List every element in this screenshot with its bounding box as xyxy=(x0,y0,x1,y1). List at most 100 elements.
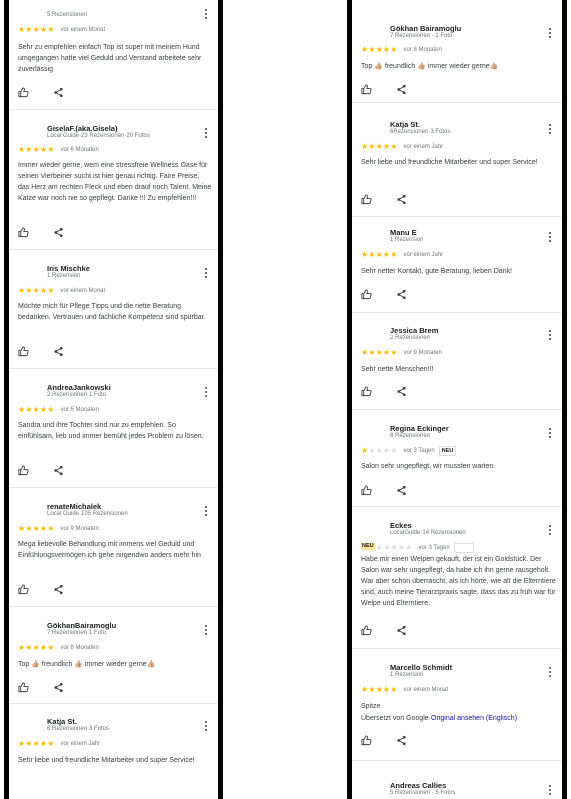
review-actions xyxy=(18,346,64,357)
reviewer-name[interactable]: renateMichalek xyxy=(47,502,101,511)
more-options-icon[interactable] xyxy=(205,625,208,637)
share-icon[interactable] xyxy=(396,84,407,95)
review-rating: ★ ★ ★ ★ ★ vor 5 Monaten xyxy=(18,406,99,414)
thumbs-up-icon[interactable] xyxy=(18,682,29,693)
reviewer-name[interactable]: Marcello Schmidt xyxy=(390,663,452,672)
reviewer-name[interactable]: Andreas Callies xyxy=(390,781,446,790)
star-filled-icon: ★ xyxy=(368,685,376,694)
reviewer-name[interactable]: GiselaF.(aka.Gisela) xyxy=(47,124,117,133)
more-options-icon[interactable] xyxy=(205,506,208,518)
share-icon[interactable] xyxy=(53,682,64,693)
share-icon[interactable] xyxy=(396,289,407,300)
more-options-icon[interactable] xyxy=(205,268,208,280)
thumbs-up-icon[interactable] xyxy=(361,194,372,205)
new-badge: NEU xyxy=(361,543,375,550)
reviewer-name[interactable]: AndreaJankowski xyxy=(47,383,111,392)
review-card: Jessica Brem 2 Rezensionen ★ ★ ★ ★ ★ vor 9 M… xyxy=(352,313,562,410)
review-text: Top 👍🏼 freundlich 👍🏼 immer wieder gerne👍… xyxy=(361,63,499,70)
reviewer-meta: 2 Rezensionen·1 Foto xyxy=(47,392,107,398)
review-date: vor 9 Monaten xyxy=(403,350,442,356)
share-icon[interactable] xyxy=(396,194,407,205)
star-filled-icon: ★ xyxy=(18,405,26,414)
star-empty-icon: ★ xyxy=(390,446,398,455)
show-original-link[interactable]: Original ansehen (Englisch) xyxy=(431,715,517,722)
star-empty-icon: ★ xyxy=(405,543,413,552)
star-filled-icon: ★ xyxy=(382,45,391,54)
review-card: GiselaF.(aka.Gisela) Local Guide·23 Reze… xyxy=(9,110,218,250)
star-filled-icon: ★ xyxy=(18,739,26,748)
share-icon[interactable] xyxy=(396,386,407,397)
thumbs-up-icon[interactable] xyxy=(361,735,372,746)
review-rating: ★ ★ ★ ★ ★ vor einem Monat xyxy=(18,287,105,295)
reviewer-meta: 6 Rezensionen·3 Fotos xyxy=(47,726,110,732)
reviewer-meta: 2 Rezensionen xyxy=(390,335,431,341)
more-options-icon[interactable] xyxy=(205,721,208,733)
more-options-icon[interactable] xyxy=(549,428,552,440)
thumbs-up-icon[interactable] xyxy=(18,87,29,98)
more-options-icon[interactable] xyxy=(549,525,552,537)
badge-placeholder xyxy=(453,543,474,553)
thumbs-up-icon[interactable] xyxy=(361,386,372,397)
review-text: Habe mir einen Welpen gekauft, der ist e… xyxy=(361,556,556,607)
more-options-icon[interactable] xyxy=(549,28,552,40)
reviewer-name[interactable]: Katja St. xyxy=(47,717,77,726)
star-rating: ★ ★ ★ ★ ★ xyxy=(18,406,54,414)
review-text: Sehr netter Kontakt, gute Beratung, lieb… xyxy=(361,268,512,275)
review-card: Regina Eckinger 6 Rezensionen ★ ★ ★ ★ ★ vor … xyxy=(352,410,562,507)
star-filled-icon: ★ xyxy=(25,739,33,748)
star-rating: ★ ★ ★ ★ ★ xyxy=(376,544,412,552)
star-filled-icon: ★ xyxy=(25,405,33,414)
review-card: GökhanBairamoglu 7 Rezensionen·1 Foto ★ ★… xyxy=(9,607,218,704)
share-icon[interactable] xyxy=(53,87,64,98)
more-options-icon[interactable] xyxy=(205,128,208,140)
share-icon[interactable] xyxy=(396,735,407,746)
more-options-icon[interactable] xyxy=(205,9,208,21)
thumbs-up-icon[interactable] xyxy=(361,84,372,95)
review-card: Katja St. 6Rezensionen·3 Fotos ★ ★ ★ ★ ★ vor… xyxy=(352,103,562,217)
star-filled-icon: ★ xyxy=(18,145,26,154)
reviewer-meta: 5 Rezensionen xyxy=(47,12,88,18)
review-actions xyxy=(18,584,64,595)
reviewer-name[interactable]: Iris Mischke xyxy=(47,264,90,273)
more-options-icon[interactable] xyxy=(549,785,552,797)
more-options-icon[interactable] xyxy=(549,330,552,342)
share-icon[interactable] xyxy=(396,625,407,636)
thumbs-up-icon[interactable] xyxy=(18,227,29,238)
more-options-icon[interactable] xyxy=(549,124,552,136)
thumbs-up-icon[interactable] xyxy=(361,289,372,300)
share-icon[interactable] xyxy=(53,465,64,476)
more-options-icon[interactable] xyxy=(205,387,208,399)
more-options-icon[interactable] xyxy=(549,667,552,679)
share-icon[interactable] xyxy=(53,346,64,357)
star-filled-icon: ★ xyxy=(32,286,40,295)
review-card: Katja St. 6 Rezensionen·3 Fotos ★ ★ ★ ★ ★ vo… xyxy=(9,704,218,799)
review-actions xyxy=(18,465,64,476)
review-date: vor 6 Monaten xyxy=(60,147,99,153)
reviewer-name[interactable]: Jessica Brem xyxy=(390,326,438,335)
share-icon[interactable] xyxy=(53,584,64,595)
translated-by-label: Übersetzt von Google· xyxy=(361,715,432,722)
share-icon[interactable] xyxy=(53,227,64,238)
star-filled-icon: ★ xyxy=(382,685,391,694)
share-icon[interactable] xyxy=(396,485,407,496)
reviewer-name[interactable]: Katja St. xyxy=(390,120,420,129)
star-rating: ★ ★ ★ ★ ★ xyxy=(18,146,54,154)
review-rating: ★ ★ ★ ★ ★ vor 6 Monaten xyxy=(18,146,99,154)
thumbs-up-icon[interactable] xyxy=(361,625,372,636)
thumbs-up-icon[interactable] xyxy=(18,465,29,476)
star-filled-icon: ★ xyxy=(368,348,376,357)
review-text: Sandra und ihre Tochter sind nur zu empf… xyxy=(18,422,204,440)
reviewer-name[interactable]: Manu E xyxy=(390,228,417,237)
reviewer-name[interactable]: Eckes xyxy=(390,521,412,530)
thumbs-up-icon[interactable] xyxy=(18,584,29,595)
reviewer-name[interactable]: Gökhan Bairamoglu xyxy=(390,24,461,33)
thumbs-up-icon[interactable] xyxy=(361,485,372,496)
review-card: Marcello Schmidt 1 Rezension ★ ★ ★ ★ ★ vor e… xyxy=(352,649,562,761)
reviewer-meta: Local Guide·23 Rezensionen·20 Fotos xyxy=(47,133,150,139)
more-options-icon[interactable] xyxy=(549,232,552,244)
thumbs-up-icon[interactable] xyxy=(18,346,29,357)
reviewer-name[interactable]: Regina Eckinger xyxy=(390,424,449,433)
review-text: Spitze xyxy=(361,703,381,710)
star-filled-icon: ★ xyxy=(375,685,383,694)
reviewer-name[interactable]: GökhanBairamoglu xyxy=(47,621,116,630)
